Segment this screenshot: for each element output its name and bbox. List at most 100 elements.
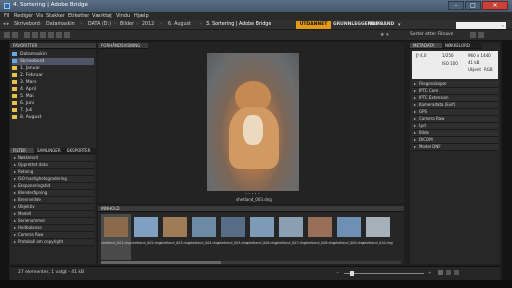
favorite-item[interactable]: Skrivebord <box>12 58 94 65</box>
camera-import-icon[interactable] <box>32 32 38 38</box>
filter-row[interactable]: Blenderåpning <box>12 190 94 197</box>
workspace-filmband[interactable]: FILMBÅND <box>367 21 395 29</box>
filter-row[interactable]: ISO-hastighetsgradering <box>12 176 94 183</box>
filter-row[interactable]: Eksponeringstid <box>12 183 94 190</box>
details-view-icon[interactable] <box>454 270 459 275</box>
favorite-item[interactable]: Datamaskin <box>12 51 94 58</box>
rotate-left-icon[interactable] <box>56 32 62 38</box>
list-view-icon[interactable] <box>446 270 451 275</box>
grid-view-icon[interactable] <box>438 270 443 275</box>
metadata-section[interactable]: Kameradata (Exif) <box>412 102 498 109</box>
path-2012[interactable]: 2012 <box>142 22 154 27</box>
new-folder-icon[interactable] <box>470 32 476 38</box>
thumbnail[interactable]: shetland_001.dng <box>101 214 131 260</box>
tab-preview[interactable]: FORHÅNDSVISNING <box>98 43 148 49</box>
menu-edit[interactable]: Redigér <box>14 13 33 19</box>
metadata-section[interactable]: Model DNF <box>412 144 498 151</box>
favorite-item[interactable]: 1. Januar <box>12 65 94 72</box>
path-data-drive[interactable]: DATA (D:) <box>88 22 111 27</box>
tab-metadata[interactable]: METADATA <box>410 43 442 49</box>
back-icon[interactable] <box>4 32 10 38</box>
disclosure-triangle-icon <box>14 164 16 166</box>
recent-folder-icon[interactable] <box>24 32 30 38</box>
open-in-camera-raw-icon[interactable] <box>48 32 54 38</box>
path-bilder[interactable]: Bilder <box>120 22 134 27</box>
menu-window[interactable]: Vindu <box>116 13 130 19</box>
favorite-item[interactable]: 2. Februar <box>12 72 94 79</box>
workspace-grunnleggende[interactable]: GRUNNLEGGENDE <box>333 21 378 29</box>
tab-export[interactable]: EKSPORTER <box>64 148 96 154</box>
thumbnail[interactable]: shetland_002.dng <box>131 214 161 260</box>
filter-row[interactable]: Hvitbalanse <box>12 225 94 232</box>
metadata-section[interactable]: Bilde <box>412 130 498 137</box>
preview-image[interactable] <box>207 53 299 191</box>
thumbnail[interactable]: shetland_004.dng <box>189 214 219 260</box>
zoom-in-icon[interactable]: + <box>428 270 431 275</box>
metadata-section[interactable]: IPTC Extension <box>412 95 498 102</box>
tab-collections[interactable]: SAMLINGER <box>34 148 64 154</box>
favorite-item[interactable]: 4. April <box>12 86 94 93</box>
menu-view[interactable]: Vis <box>36 13 43 19</box>
tab-keywords[interactable]: NØKKELORD <box>442 43 482 49</box>
thumbnail[interactable]: shetland_008.dng <box>305 214 335 260</box>
filter-row[interactable]: Modell <box>12 211 94 218</box>
close-button[interactable]: ✕ <box>482 1 508 10</box>
zoom-out-icon[interactable]: − <box>336 270 339 275</box>
menu-file[interactable]: Fil <box>4 13 9 19</box>
metadata-section[interactable]: Lyd <box>412 123 498 130</box>
sort-dropdown[interactable]: Sorter etter Filnavn <box>410 32 454 37</box>
filter-row[interactable]: Brennvidde <box>12 197 94 204</box>
filter-row[interactable]: Protokoll om copyright <box>12 239 94 246</box>
metadata-section[interactable]: Filegenskaper <box>412 81 498 88</box>
path-august[interactable]: 6. August <box>168 22 191 27</box>
menu-stacks[interactable]: Stakker <box>46 13 65 19</box>
filter-row[interactable]: Camera Raw <box>12 232 94 239</box>
maximize-button[interactable]: □ <box>465 1 481 10</box>
content-scrollbar[interactable] <box>101 261 401 264</box>
workspace-menu-icon[interactable]: ▾ <box>398 22 401 28</box>
thumbnail[interactable]: shetland_005.dng <box>218 214 248 260</box>
filter-row[interactable]: Serienummer <box>12 218 94 225</box>
filter-row[interactable]: Opprettet data <box>12 162 94 169</box>
path-datamaskin[interactable]: Datamaskin <box>46 22 75 27</box>
star-filter-icon[interactable]: ★ ▾ <box>380 32 389 38</box>
disclosure-triangle-icon <box>14 178 16 180</box>
search-input[interactable]: ⌕ <box>456 22 506 29</box>
thumbnail[interactable]: shetland_003.dng <box>160 214 190 260</box>
metadata-section[interactable]: IPTC Core <box>412 88 498 95</box>
tab-favorites[interactable]: FAVORITTER <box>10 43 96 49</box>
menu-help[interactable]: Hjælp <box>134 13 149 19</box>
filter-row[interactable]: Retning <box>12 169 94 176</box>
forward-icon[interactable] <box>12 32 18 38</box>
content-scrollbar-thumb[interactable] <box>101 261 221 264</box>
metadata-section[interactable]: GPS <box>412 109 498 116</box>
refine-icon[interactable] <box>40 32 46 38</box>
tab-content[interactable]: INNHOLD <box>98 206 404 212</box>
metadata-section[interactable]: Camera Raw <box>412 116 498 123</box>
path-skrivebord[interactable]: Skrivebord <box>14 22 40 27</box>
thumbnail[interactable]: shetland_010.dng <box>363 214 393 260</box>
thumbnail[interactable]: shetland_007.dng <box>276 214 306 260</box>
favorite-item[interactable]: 7. Juli <box>12 107 94 114</box>
thumbnail[interactable]: shetland_009.dng <box>334 214 364 260</box>
tab-filter[interactable]: FILTER <box>10 148 34 154</box>
metadata-section[interactable]: DICOM <box>412 137 498 144</box>
favorite-item[interactable]: 6. Juni <box>12 100 94 107</box>
thumbnail[interactable]: shetland_006.dng <box>247 214 277 260</box>
favorite-item[interactable]: 3. Mars <box>12 79 94 86</box>
menu-labels[interactable]: Etiketter <box>68 13 89 19</box>
rotate-right-icon[interactable] <box>64 32 70 38</box>
folder-icon <box>12 79 17 84</box>
filter-row[interactable]: Nøkkelord <box>12 155 94 162</box>
delete-icon[interactable] <box>478 32 484 38</box>
workspace-utdannet[interactable]: UTDANNET <box>296 21 331 29</box>
path-current[interactable]: 3. Sortering | Adobe Bridge <box>206 22 271 27</box>
menu-tools[interactable]: Værktøj <box>92 13 112 19</box>
back-forward-icon[interactable]: ◂ ▸ <box>3 22 9 27</box>
thumbnail-size-slider[interactable] <box>344 271 424 276</box>
favorite-item[interactable]: 8. August <box>12 114 94 121</box>
favorite-item[interactable]: 5. Mai <box>12 93 94 100</box>
filter-row[interactable]: Objektiv <box>12 204 94 211</box>
minimize-button[interactable]: – <box>448 1 464 10</box>
slider-handle[interactable] <box>350 271 354 276</box>
